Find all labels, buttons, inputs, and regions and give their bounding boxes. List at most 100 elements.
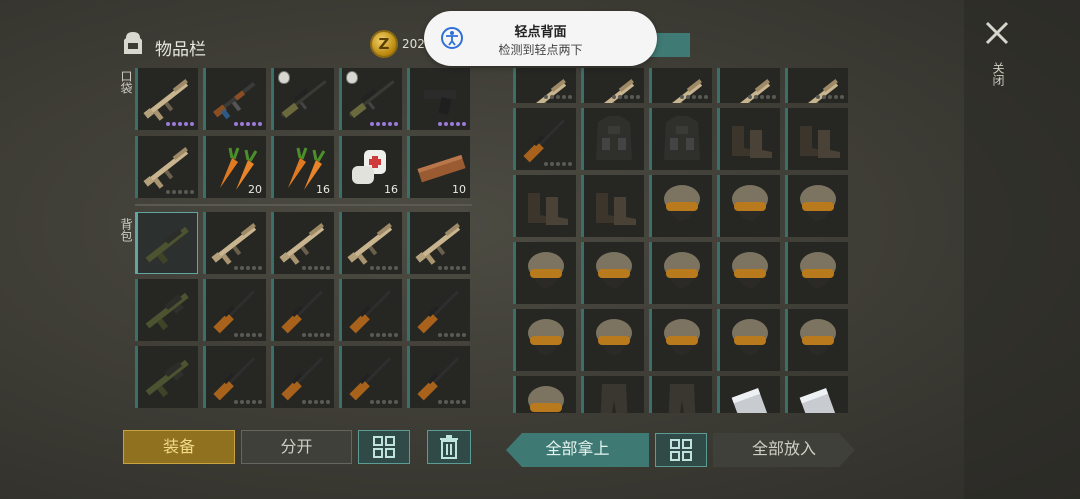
- metal-sheet-icon: [799, 388, 837, 413]
- inventory-slot-helmet[interactable]: [649, 242, 712, 304]
- backpack-grid: [135, 212, 470, 408]
- inventory-slot-tactical-vest[interactable]: [649, 108, 712, 170]
- inventory-slot-assault-rifle-tan[interactable]: [513, 68, 576, 103]
- helmet-icon: [664, 319, 700, 355]
- wood-rifle-icon: [213, 357, 256, 401]
- coin-icon: Z: [370, 30, 398, 58]
- assault-rifle-tan-icon: [211, 223, 257, 265]
- inventory-slot-wood-rifle[interactable]: [513, 108, 576, 170]
- split-button[interactable]: 分开: [241, 430, 352, 464]
- helmet-icon: [664, 252, 700, 288]
- inventory-slot-assault-rifle-tan[interactable]: [135, 68, 198, 130]
- inventory-slot-wood-rifle[interactable]: [407, 346, 470, 408]
- helmet-icon: [596, 252, 632, 288]
- inventory-slot-pants[interactable]: [581, 376, 644, 413]
- inventory-slot-helmet[interactable]: [513, 242, 576, 304]
- sort-inventory-button[interactable]: [358, 430, 410, 464]
- inventory-slot-grenade-launcher[interactable]: [135, 212, 198, 274]
- inventory-slot-wood-rifle[interactable]: [271, 279, 334, 341]
- inventory-title: 物品栏: [155, 40, 206, 60]
- helmet-icon: [732, 185, 768, 221]
- inventory-slot-helmet[interactable]: [717, 242, 780, 304]
- inventory-slot-assault-rifle-tan[interactable]: [339, 212, 402, 274]
- rarity-dots: [438, 333, 466, 337]
- boots-icon: [528, 193, 568, 225]
- inventory-slot-pistol[interactable]: [407, 68, 470, 130]
- wood-rifle-icon: [281, 290, 324, 334]
- inventory-slot-ak-rifle[interactable]: [203, 68, 266, 130]
- inventory-slot-helmet[interactable]: [785, 309, 848, 371]
- boots-icon: [596, 193, 636, 225]
- inventory-slot-plank[interactable]: 10: [407, 136, 470, 198]
- inventory-slot-carrot[interactable]: 20: [203, 136, 266, 198]
- ak-rifle-icon: [213, 81, 256, 120]
- equip-button[interactable]: 装备: [123, 430, 235, 464]
- inventory-slot-metal-sheet[interactable]: [717, 376, 780, 413]
- inventory-slot-tactical-vest[interactable]: [581, 108, 644, 170]
- helmet-icon: [800, 319, 836, 355]
- inventory-slot-sniper-rifle[interactable]: [271, 68, 334, 130]
- assault-rifle-tan-icon: [279, 223, 325, 265]
- inventory-slot-sniper-rifle[interactable]: [339, 68, 402, 130]
- helmet-icon: [732, 319, 768, 355]
- inventory-slot-helmet[interactable]: [513, 309, 576, 371]
- inventory-slot-assault-rifle-tan[interactable]: [717, 68, 780, 103]
- rarity-dots: [544, 95, 572, 99]
- close-label[interactable]: 关闭: [990, 62, 1005, 86]
- inventory-slot-wood-rifle[interactable]: [271, 346, 334, 408]
- inventory-slot-helmet[interactable]: [785, 242, 848, 304]
- inventory-slot-pants[interactable]: [649, 376, 712, 413]
- system-toast[interactable]: 轻点背面 检测到轻点两下: [424, 11, 657, 66]
- take-all-button[interactable]: 全部拿上: [506, 433, 649, 467]
- inventory-slot-helmet[interactable]: [785, 175, 848, 237]
- wood-rifle-icon: [523, 119, 566, 163]
- inventory-slot-metal-sheet[interactable]: [785, 376, 848, 413]
- inventory-slot-boots[interactable]: [785, 108, 848, 170]
- discard-button[interactable]: [427, 430, 471, 464]
- rarity-dots: [438, 266, 466, 270]
- rarity-dots: [234, 266, 262, 270]
- rarity-dots: [234, 333, 262, 337]
- loot-grid: [513, 68, 848, 413]
- inventory-slot-bandage[interactable]: 16: [339, 136, 402, 198]
- inventory-slot-boots[interactable]: [513, 175, 576, 237]
- inventory-slot-wood-rifle[interactable]: [203, 346, 266, 408]
- inventory-slot-assault-rifle-tan[interactable]: [407, 212, 470, 274]
- inventory-slot-carrot[interactable]: 16: [271, 136, 334, 198]
- inventory-slot-assault-rifle-tan[interactable]: [785, 68, 848, 103]
- backpack-label: 背包: [119, 218, 133, 242]
- rarity-dots: [370, 333, 398, 337]
- inventory-slot-helmet[interactable]: [717, 175, 780, 237]
- inventory-slot-wood-rifle[interactable]: [407, 279, 470, 341]
- inventory-slot-helmet[interactable]: [513, 376, 576, 413]
- inventory-slot-assault-rifle-tan[interactable]: [271, 212, 334, 274]
- inventory-slot-boots[interactable]: [717, 108, 780, 170]
- rarity-dots: [680, 95, 708, 99]
- inventory-slot-helmet[interactable]: [649, 309, 712, 371]
- sort-loot-button[interactable]: [655, 433, 707, 467]
- helmet-icon: [800, 252, 836, 288]
- boots-icon: [800, 126, 840, 158]
- inventory-slot-assault-rifle-tan[interactable]: [581, 68, 644, 103]
- inventory-slot-grenade-launcher[interactable]: [135, 346, 198, 408]
- inventory-slot-grenade-launcher[interactable]: [135, 279, 198, 341]
- inventory-slot-assault-rifle-tan[interactable]: [135, 136, 198, 198]
- inventory-slot-wood-rifle[interactable]: [339, 279, 402, 341]
- inventory-slot-wood-rifle[interactable]: [203, 279, 266, 341]
- inventory-slot-helmet[interactable]: [649, 175, 712, 237]
- helmet-icon: [800, 185, 836, 221]
- inventory-slot-helmet[interactable]: [581, 242, 644, 304]
- inventory-slot-helmet[interactable]: [581, 309, 644, 371]
- wood-rifle-icon: [349, 290, 392, 334]
- inventory-slot-helmet[interactable]: [717, 309, 780, 371]
- item-count: 10: [452, 183, 466, 196]
- grid-sort-icon: [670, 439, 692, 461]
- inventory-slot-wood-rifle[interactable]: [339, 346, 402, 408]
- inventory-slot-assault-rifle-tan[interactable]: [203, 212, 266, 274]
- close-icon[interactable]: [984, 20, 1010, 46]
- put-all-button[interactable]: 全部放入: [713, 433, 855, 467]
- inventory-slot-assault-rifle-tan[interactable]: [649, 68, 712, 103]
- inventory-slot-boots[interactable]: [581, 175, 644, 237]
- rarity-dots: [166, 122, 194, 126]
- grenade-launcher-icon: [145, 359, 189, 398]
